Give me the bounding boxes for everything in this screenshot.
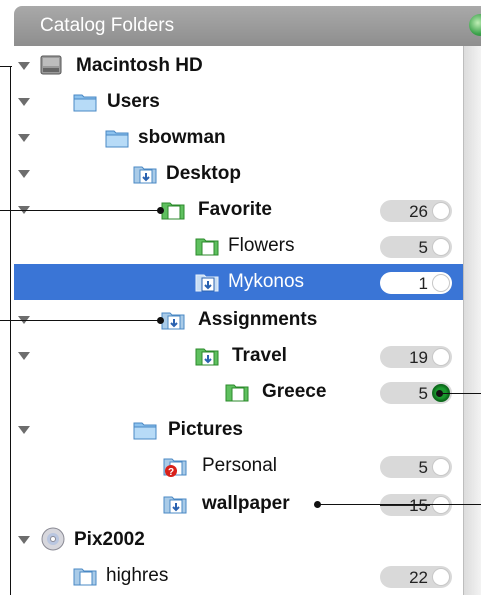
callout-dot [436,390,443,397]
tree-label: Users [107,91,160,112]
tree-label: Pix2002 [74,529,145,550]
green-document-folder-icon [194,342,219,368]
document-folder-warning-icon: ? [162,452,187,478]
tree-label: Favorite [198,199,272,220]
status-dot [432,202,450,220]
tree-label: Desktop [166,163,241,184]
count-value: 5 [418,384,428,403]
tree-row-desktop[interactable]: Desktop [14,156,463,192]
tree-row-flowers[interactable]: Flowers 5 [14,228,463,264]
tree-row-greece[interactable]: Greece 5 [14,374,463,410]
disclosure-triangle-icon[interactable] [18,170,30,178]
panel-header: Catalog Folders [14,6,481,46]
disclosure-triangle-icon[interactable] [18,426,30,434]
catalog-folders-panel: Catalog Folders Macintosh HD Users sbowm… [0,0,481,595]
tree-label: Mykonos [228,271,305,292]
count-value: 5 [418,238,428,257]
callout-line [0,210,160,211]
green-document-folder-icon [194,232,219,258]
callout-line [318,504,481,505]
tree-label: Greece [262,381,327,402]
folder-icon [104,124,129,150]
count-value: 15 [409,496,428,516]
disclosure-triangle-icon[interactable] [18,134,30,142]
tree-label: Flowers [228,235,295,256]
callout-line [0,320,160,321]
disclosure-triangle-icon[interactable] [18,352,30,360]
status-dot [432,348,450,366]
count-badge: 5 [380,456,452,478]
document-folder-icon [132,160,157,186]
status-dot [432,458,450,476]
tree-label: Travel [232,345,287,366]
count-value: 22 [409,568,428,587]
callout-line [10,66,11,595]
document-folder-icon [194,268,219,294]
hard-drive-icon [38,52,62,78]
document-folder-icon [162,490,187,516]
disclosure-triangle-icon[interactable] [18,98,30,106]
folder-icon [72,88,97,114]
callout-dot [157,207,164,214]
tree-label: Macintosh HD [76,55,203,76]
disclosure-triangle-icon[interactable] [18,536,30,544]
strikethrough-line [380,505,430,506]
status-dot [432,568,450,586]
count-badge: 19 [380,346,452,368]
document-folder-icon [72,562,97,588]
status-indicator-button[interactable] [469,14,481,36]
callout-line [0,66,12,67]
tree-row-personal[interactable]: ? Personal 5 [14,448,463,484]
tree-row-travel[interactable]: Travel 19 [14,338,463,374]
count-value: 5 [418,458,428,477]
status-dot [432,496,450,514]
panel-title: Catalog Folders [40,15,175,36]
status-dot [432,238,450,256]
status-dot [432,274,450,292]
count-value: 1 [418,274,428,293]
disclosure-triangle-icon[interactable] [18,62,30,70]
tree-label: wallpaper [202,493,290,514]
svg-text:?: ? [168,467,174,478]
tree-label: Assignments [198,309,318,330]
folder-icon [132,416,157,442]
tree-row-mykonos[interactable]: Mykonos 1 [14,264,463,300]
vertical-scrollbar[interactable] [463,46,481,595]
count-value: 19 [409,348,428,367]
count-badge: 15 [380,494,452,516]
count-badge: 22 [380,566,452,588]
count-value: 26 [409,202,428,221]
tree-row-highres[interactable]: highres 22 [14,558,463,594]
count-badge: 1 [380,272,452,294]
tree-row-pix2002[interactable]: Pix2002 [14,522,463,558]
tree-row-sbowman[interactable]: sbowman [14,120,463,156]
tree-label: sbowman [138,127,226,148]
callout-dot [314,501,321,508]
tree-label: highres [106,565,169,586]
green-document-folder-icon [224,378,249,404]
tree-label: Pictures [168,419,243,440]
callout-dot [157,317,164,324]
cd-disc-icon [40,526,65,552]
tree-row-users[interactable]: Users [14,84,463,120]
tree-row-macintosh-hd[interactable]: Macintosh HD [14,48,463,84]
tree-row-pictures[interactable]: Pictures [14,412,463,448]
tree-label: Personal [202,455,277,476]
callout-line [438,393,481,394]
count-badge: 5 [380,236,452,258]
count-badge: 26 [380,200,452,222]
